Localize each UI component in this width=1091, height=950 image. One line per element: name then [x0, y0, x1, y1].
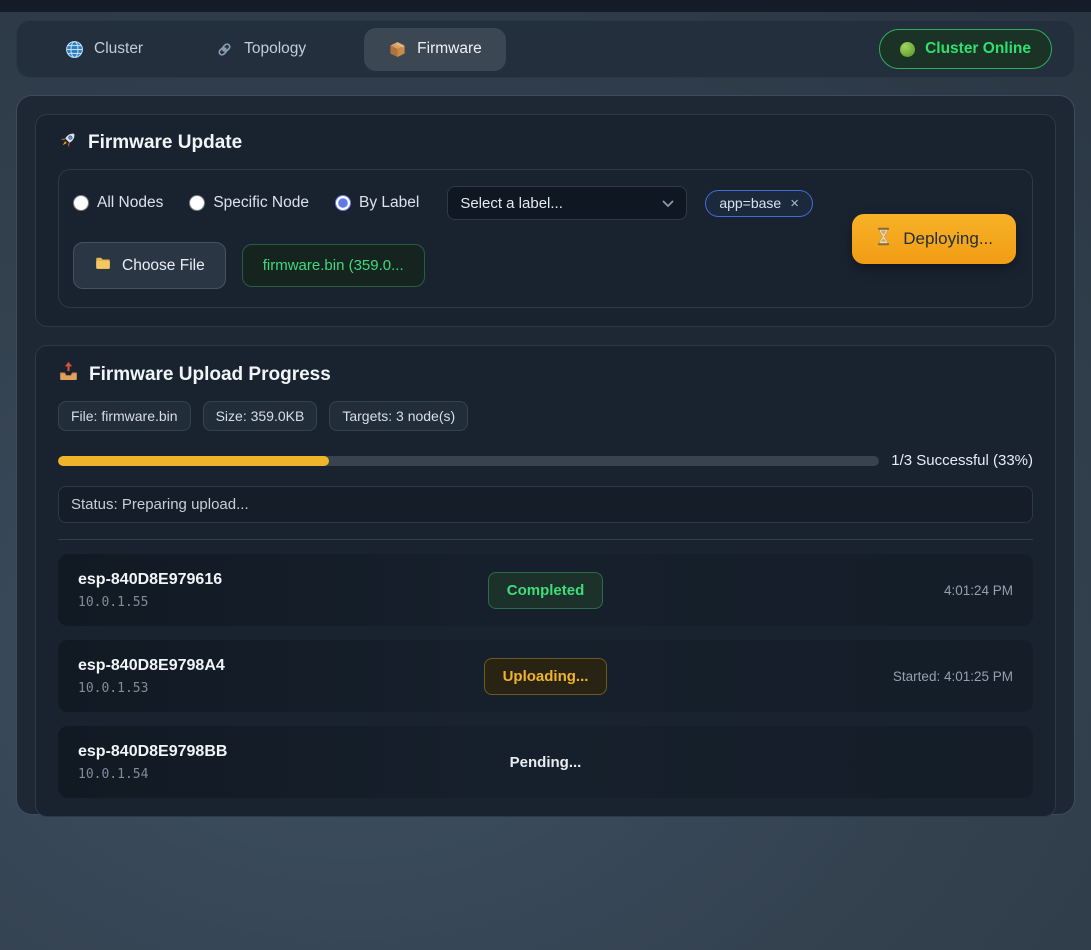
label-tag-chip: app=base ×	[705, 190, 813, 217]
upload-tray-icon	[58, 361, 79, 388]
node-identity: esp-840D8E979616 10.0.1.55	[78, 571, 488, 610]
radio-all-nodes-label: All Nodes	[97, 194, 163, 212]
status-badge-completed: Completed	[488, 572, 604, 609]
label-select-value: Select a label...	[460, 195, 563, 212]
nav-tab-firmware[interactable]: Firmware	[364, 28, 506, 71]
choose-file-label: Choose File	[122, 257, 205, 275]
progress-label: 1/3 Successful (33%)	[891, 452, 1033, 469]
node-timestamp: 4:01:24 PM	[944, 583, 1013, 598]
node-row: esp-840D8E9798A4 10.0.1.53 Uploading... …	[58, 640, 1033, 712]
nav-tab-cluster[interactable]: Cluster	[51, 28, 157, 71]
progress-bar	[58, 456, 879, 466]
node-name: esp-840D8E9798BB	[78, 743, 510, 761]
deploy-button-label: Deploying...	[903, 229, 993, 249]
nav-tab-label: Firmware	[417, 40, 482, 58]
status-text-pending: Pending...	[510, 754, 582, 771]
node-row: esp-840D8E979616 10.0.1.55 Completed 4:0…	[58, 554, 1033, 626]
nav-tab-label: Topology	[244, 40, 306, 58]
globe-icon	[65, 40, 84, 59]
radio-by-label[interactable]: By Label	[335, 194, 419, 212]
progress-bar-fill	[58, 456, 329, 466]
remove-tag-icon[interactable]: ×	[790, 195, 799, 212]
package-icon	[388, 40, 407, 59]
nav-tab-topology[interactable]: Topology	[201, 28, 320, 71]
radio-by-label-input[interactable]	[335, 195, 351, 211]
targets-badge: Targets: 3 node(s)	[329, 401, 468, 431]
node-identity: esp-840D8E9798A4 10.0.1.53	[78, 657, 484, 696]
file-size-badge: Size: 359.0KB	[203, 401, 318, 431]
node-row: esp-840D8E9798BB 10.0.1.54 Pending...	[58, 726, 1033, 798]
nav-tab-label: Cluster	[94, 40, 143, 58]
label-tag-text: app=base	[719, 195, 781, 211]
hourglass-icon	[875, 227, 892, 251]
folder-icon	[94, 254, 112, 277]
choose-file-button[interactable]: Choose File	[73, 242, 226, 289]
radio-all-nodes[interactable]: All Nodes	[73, 194, 163, 212]
divider	[58, 539, 1033, 540]
top-navbar: Cluster Topology Firmware	[16, 20, 1075, 78]
node-ip: 10.0.1.53	[78, 681, 484, 696]
file-info-badges: File: firmware.bin Size: 359.0KB Targets…	[58, 401, 1033, 431]
node-timestamp: Started: 4:01:25 PM	[893, 669, 1013, 684]
radio-specific-node-input[interactable]	[189, 195, 205, 211]
cluster-status-label: Cluster Online	[925, 40, 1031, 58]
radio-all-nodes-input[interactable]	[73, 195, 89, 211]
selected-file-button[interactable]: firmware.bin (359.0...	[242, 244, 425, 287]
node-ip: 10.0.1.54	[78, 767, 510, 782]
node-ip: 10.0.1.55	[78, 595, 488, 610]
progress-row: 1/3 Successful (33%)	[58, 452, 1033, 469]
firmware-update-title: Firmware Update	[58, 130, 1033, 156]
node-name: esp-840D8E9798A4	[78, 657, 484, 675]
chevron-down-icon	[662, 195, 674, 212]
radio-by-label-label: By Label	[359, 194, 419, 212]
upload-progress-title: Firmware Upload Progress	[58, 361, 1033, 388]
radio-specific-node-label: Specific Node	[213, 194, 309, 212]
label-select-dropdown[interactable]: Select a label...	[447, 186, 687, 220]
file-name-badge: File: firmware.bin	[58, 401, 191, 431]
firmware-update-card: Firmware Update All Nodes Specific Node …	[35, 114, 1056, 327]
upload-progress-title-text: Firmware Upload Progress	[89, 364, 331, 386]
green-circle-icon	[900, 42, 915, 57]
upload-progress-card: Firmware Upload Progress File: firmware.…	[35, 345, 1056, 817]
rocket-icon	[58, 130, 78, 156]
page-background: Cluster Topology Firmware	[0, 12, 1091, 950]
status-badge-uploading: Uploading...	[484, 658, 608, 695]
radio-specific-node[interactable]: Specific Node	[189, 194, 309, 212]
cluster-status-badge[interactable]: Cluster Online	[879, 29, 1052, 69]
main-content: Firmware Update All Nodes Specific Node …	[16, 95, 1075, 815]
node-name: esp-840D8E979616	[78, 571, 488, 589]
deploy-form: All Nodes Specific Node By Label Select …	[58, 169, 1033, 308]
link-icon	[215, 40, 234, 59]
status-message: Status: Preparing upload...	[58, 486, 1033, 523]
firmware-update-title-text: Firmware Update	[88, 132, 242, 154]
node-identity: esp-840D8E9798BB 10.0.1.54	[78, 743, 510, 782]
deploy-button[interactable]: Deploying...	[852, 214, 1016, 264]
